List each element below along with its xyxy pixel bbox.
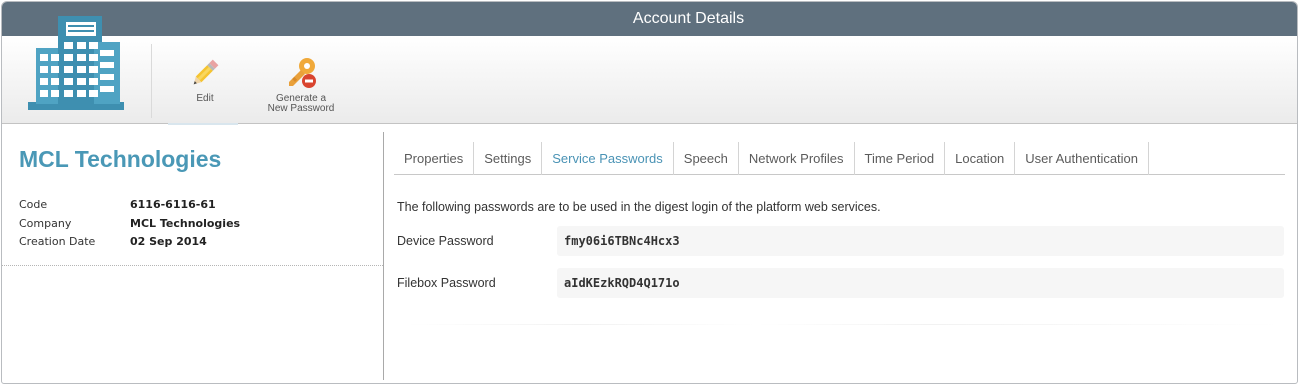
generate-label-line2: New Password [267, 103, 335, 114]
tab-network-profiles[interactable]: Network Profiles [739, 142, 855, 175]
account-name: MCL Technologies [19, 146, 222, 172]
account-info: Code 6116-6116-61 Company MCL Technologi… [19, 196, 240, 252]
service-passwords-description: The following passwords are to be used i… [397, 200, 881, 214]
left-divider [2, 265, 383, 266]
panel-separator [383, 132, 384, 380]
tab-bar: Properties Settings Service Passwords Sp… [394, 142, 1285, 175]
toolbar-separator [151, 44, 152, 118]
device-password-label: Device Password [397, 234, 494, 248]
info-value: 02 Sep 2014 [130, 235, 207, 248]
info-value: MCL Technologies [130, 216, 241, 230]
filebox-password-row: Filebox Password aIdKEzkRQD4Q171o [397, 268, 1284, 298]
details-panel: Properties Settings Service Passwords Sp… [394, 142, 1285, 382]
content-bottom-rule [406, 324, 1281, 325]
info-label: Code [19, 198, 48, 211]
tab-speech[interactable]: Speech [674, 142, 739, 175]
filebox-password-value[interactable]: aIdKEzkRQD4Q171o [557, 268, 1284, 298]
tab-location[interactable]: Location [945, 142, 1016, 175]
info-label: Creation Date [19, 235, 96, 248]
info-label: Company [19, 216, 72, 230]
info-row-creation-date: Creation Date 02 Sep 2014 [19, 233, 240, 252]
tab-settings[interactable]: Settings [474, 142, 543, 175]
device-password-value[interactable]: fmy06i6TBNc4Hcx3 [557, 226, 1284, 256]
info-value: 6116-6116-61 [130, 198, 216, 211]
edit-button[interactable]: Edit [185, 56, 225, 104]
tab-service-passwords[interactable]: Service Passwords [542, 142, 674, 175]
info-row-code: Code 6116-6116-61 [19, 196, 240, 215]
toolbar: Edit Generate a New Password [2, 16, 1297, 125]
window-title: Account Details [2, 2, 1297, 36]
filebox-password-label: Filebox Password [397, 276, 496, 290]
device-password-row: Device Password fmy06i6TBNc4Hcx3 [397, 226, 1284, 256]
tab-user-authentication[interactable]: User Authentication [1015, 142, 1150, 175]
pencil-icon [193, 59, 219, 85]
key-icon [289, 58, 316, 88]
building-icon [28, 16, 124, 110]
generate-new-password-button[interactable]: Generate a New Password [258, 56, 344, 114]
tab-time-period[interactable]: Time Period [855, 142, 946, 175]
account-details-window: Account Details Edit Generate a New Pass… [1, 1, 1298, 384]
account-summary-panel: MCL Technologies Code 6116-6116-61 Compa… [2, 124, 383, 383]
tab-properties[interactable]: Properties [394, 142, 475, 175]
info-row-company: Company MCL Technologies [19, 215, 240, 234]
edit-label: Edit [196, 93, 214, 104]
